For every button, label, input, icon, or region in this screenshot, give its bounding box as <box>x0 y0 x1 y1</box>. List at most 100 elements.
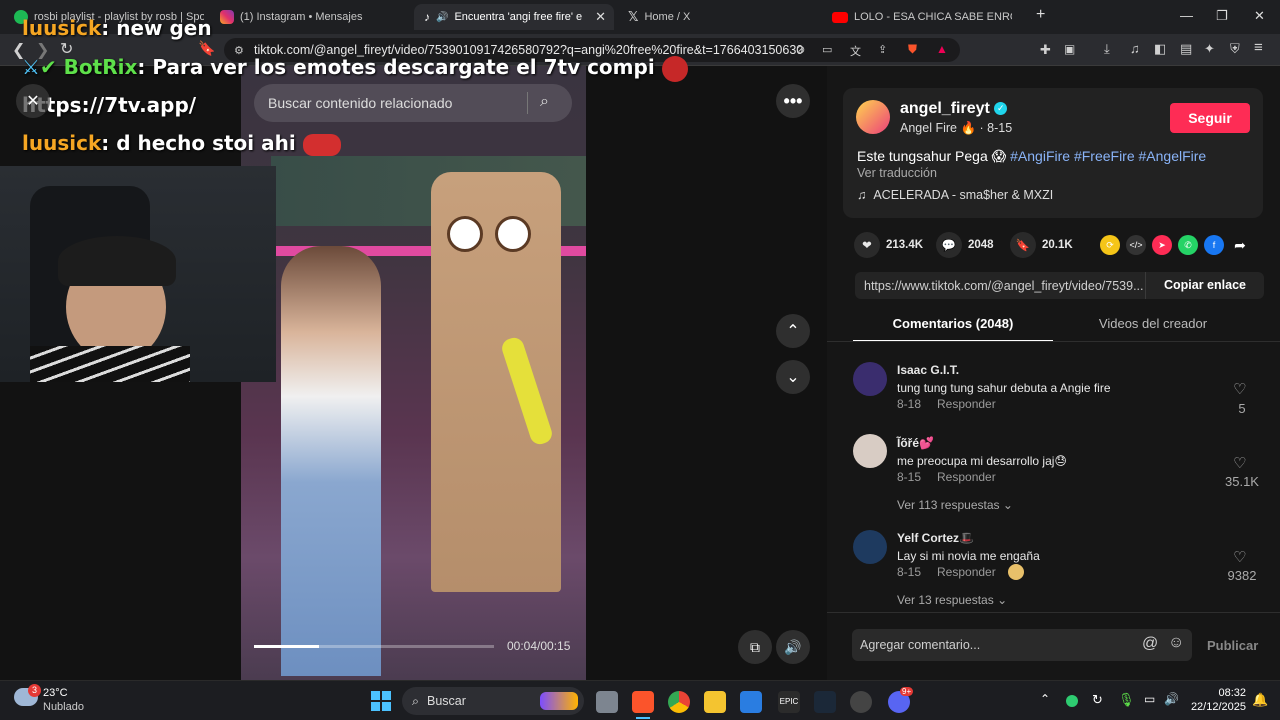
view-replies-button[interactable]: Ver 113 respuestas ⌄ <box>897 498 1013 512</box>
embed-icon[interactable]: </> <box>1126 235 1146 255</box>
reply-button[interactable]: Responder <box>937 470 996 484</box>
copy-link-button[interactable]: Copiar enlace <box>1145 272 1264 299</box>
hashtags[interactable]: #AngiFire #FreeFire #AngelFire <box>1010 148 1206 164</box>
taskbar-search[interactable]: ⌕ Buscar <box>402 687 584 715</box>
facebook-icon[interactable]: f <box>1204 235 1224 255</box>
share-icon[interactable]: ⇪ <box>878 43 894 59</box>
commenter-name[interactable]: Isaac G.I.T. <box>897 363 959 377</box>
commenter-avatar[interactable] <box>853 362 887 396</box>
publish-button[interactable]: Publicar <box>1207 638 1258 653</box>
tab-instagram[interactable]: (1) Instagram • Mensajes <box>210 4 410 30</box>
whatsapp-icon[interactable]: ✆ <box>1178 235 1198 255</box>
comment-input[interactable]: Agregar comentario... @ ☺ <box>852 629 1192 661</box>
forward-icon[interactable]: ❯ <box>36 40 52 59</box>
brave-rewards-icon[interactable]: ▲ <box>936 42 952 58</box>
music-icon[interactable]: ♫ <box>1130 41 1146 57</box>
task-view-icon[interactable] <box>596 691 618 713</box>
cast-icon[interactable]: ▭ <box>822 43 838 59</box>
tray-app-icon[interactable] <box>1066 695 1078 707</box>
brave-shield-icon[interactable]: ⛊ <box>908 42 924 58</box>
reply-button[interactable]: Responder <box>937 565 996 579</box>
chevron-up-icon[interactable]: ⌃ <box>1040 692 1050 706</box>
send-icon[interactable]: ➤ <box>1152 235 1172 255</box>
more-options-button[interactable]: ••• <box>776 84 810 118</box>
comment-like-icon[interactable]: ♡ <box>1233 380 1246 398</box>
epic-games-icon[interactable]: EPIC <box>778 691 800 713</box>
save-stat[interactable]: 🔖 20.1K <box>1010 232 1073 258</box>
store-icon[interactable] <box>740 691 762 713</box>
previous-video-button[interactable]: ⌃ <box>776 314 810 348</box>
tab-comments[interactable]: Comentarios (2048) <box>853 316 1053 331</box>
network-icon[interactable]: ▭ <box>1144 692 1155 706</box>
tab-title: Encuentra 'angi free fire' en TikTok <box>454 11 583 23</box>
chat-line: luusick: d hecho stoi ahi <box>22 131 341 156</box>
clock-date[interactable]: 22/12/2025 <box>1180 701 1246 713</box>
maximize-button[interactable]: ❐ <box>1216 8 1228 24</box>
comment-like-icon[interactable]: ♡ <box>1233 454 1246 472</box>
new-tab-button[interactable]: + <box>1036 6 1045 24</box>
weather-temp[interactable]: 23°C <box>43 687 68 699</box>
share-link-url[interactable]: https://www.tiktok.com/@angel_fireyt/vid… <box>855 279 1145 293</box>
share-arrow-icon[interactable]: ➦ <box>1230 235 1250 255</box>
commenter-name[interactable]: Ĩõřé💕 <box>897 436 934 450</box>
commenter-avatar[interactable] <box>853 434 887 468</box>
mention-icon[interactable]: @ <box>1142 635 1158 653</box>
close-video-button[interactable]: ✕ <box>16 84 50 118</box>
comment-stat[interactable]: 💬 2048 <box>936 232 994 258</box>
author-username[interactable]: angel_fireyt ✓ <box>900 100 1008 118</box>
tab-youtube[interactable]: LOLO - ESA CHICA SABE ENROLAR <box>822 4 1022 30</box>
close-tab-icon[interactable]: ✕ <box>595 9 606 25</box>
minimize-button[interactable]: — <box>1180 8 1193 23</box>
comment-like-count: 35.1K <box>1225 474 1259 489</box>
volume-button[interactable]: 🔊 <box>776 630 810 664</box>
repost-icon[interactable]: ⟳ <box>1100 235 1120 255</box>
commenter-avatar[interactable] <box>853 530 887 564</box>
obs-icon[interactable] <box>850 691 872 713</box>
extensions-icon[interactable]: ✚ <box>1040 42 1056 58</box>
speaker-icon[interactable]: 🔊 <box>1164 692 1179 706</box>
reply-button[interactable]: Responder <box>937 397 996 411</box>
video-player[interactable]: 00:04/00:15 <box>241 66 586 680</box>
follow-button[interactable]: Seguir <box>1170 103 1250 133</box>
video-progress-track[interactable] <box>254 645 494 648</box>
author-avatar[interactable] <box>856 100 890 134</box>
reload-icon[interactable]: ↻ <box>60 39 76 58</box>
brave-icon[interactable] <box>632 691 654 713</box>
emoji-icon[interactable]: ☺ <box>1168 634 1184 652</box>
start-button[interactable] <box>371 691 391 711</box>
translate-link[interactable]: Ver traducción <box>857 166 937 180</box>
back-icon[interactable]: ❮ <box>12 40 28 59</box>
search-icon[interactable]: ⌕ <box>540 93 549 111</box>
bookmark-icon[interactable]: 🔖 <box>198 40 215 56</box>
file-explorer-icon[interactable] <box>704 691 726 713</box>
video-time: 00:04/00:15 <box>507 639 571 653</box>
view-replies-button[interactable]: Ver 13 respuestas ⌄ <box>897 593 1007 607</box>
next-video-button[interactable]: ⌄ <box>776 360 810 394</box>
like-stat[interactable]: ❤ 213.4K <box>854 232 923 258</box>
chrome-icon[interactable] <box>668 691 690 713</box>
vpn-icon[interactable]: ⛨ <box>1230 41 1246 57</box>
tab-tiktok[interactable]: ♪ 🔊 Encuentra 'angi free fire' en TikTok… <box>414 4 614 30</box>
sidebar-icon[interactable]: ◧ <box>1154 41 1170 57</box>
close-window-button[interactable]: ✕ <box>1254 8 1265 24</box>
wallet-icon[interactable]: ▤ <box>1180 41 1196 57</box>
commenter-name[interactable]: Yelf Cortez🎩 <box>897 531 974 545</box>
media-icon[interactable]: ⊘ <box>796 43 812 59</box>
clock-time[interactable]: 08:32 <box>1194 687 1246 699</box>
menu-icon[interactable]: ≡ <box>1254 39 1270 56</box>
tab-creator-videos[interactable]: Videos del creador <box>1053 316 1253 331</box>
leo-ai-icon[interactable]: ✦ <box>1204 41 1220 57</box>
download-icon[interactable]: ⤓ <box>1104 41 1120 57</box>
steam-icon[interactable] <box>814 691 836 713</box>
comment-like-icon[interactable]: ♡ <box>1233 548 1246 566</box>
tab-search-icon[interactable]: ▣ <box>1064 42 1080 58</box>
microphone-icon[interactable]: 🎙 <box>1118 692 1135 708</box>
music-info[interactable]: ♫ ACELERADA - sma$her & MXZI <box>857 188 1053 202</box>
view-replies-label: Ver 113 respuestas <box>897 498 1000 512</box>
translate-icon[interactable]: 文 <box>850 43 866 59</box>
floating-player-button[interactable]: ⧉ <box>738 630 772 664</box>
notifications-icon[interactable]: 🔔 <box>1252 692 1268 708</box>
related-search-input[interactable]: Buscar contenido relacionado ⌕ <box>254 84 572 122</box>
sync-icon[interactable]: ↻ <box>1092 692 1103 708</box>
tab-x[interactable]: 𝕏 Home / X <box>618 4 818 30</box>
